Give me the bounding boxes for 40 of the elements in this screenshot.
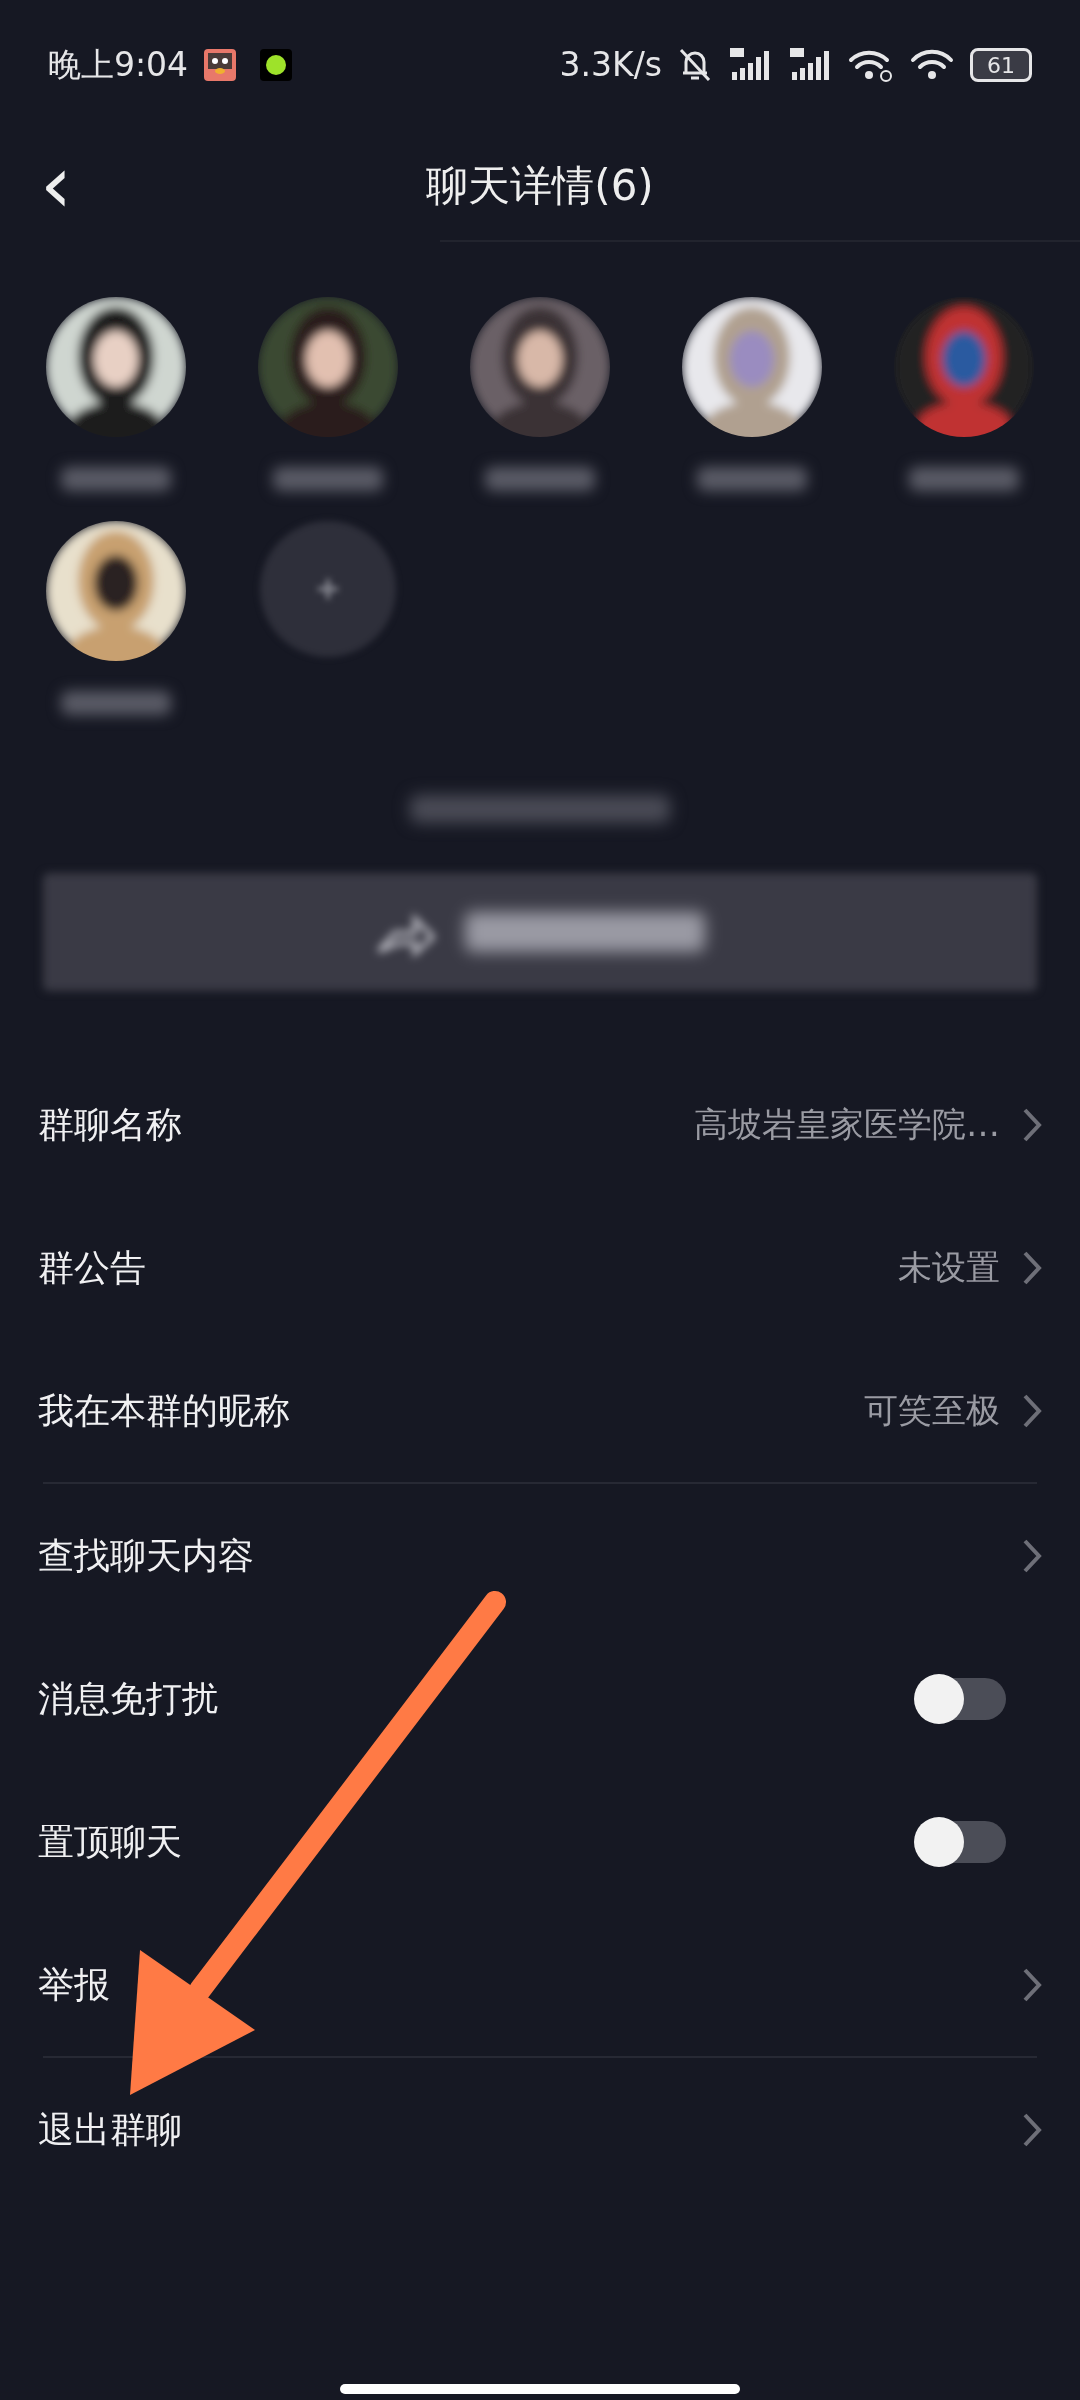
chevron-right-icon <box>1022 1249 1042 1286</box>
settings-row[interactable]: 举报 <box>0 1913 1080 2056</box>
row-label: 置顶聊天 <box>38 1819 182 1864</box>
share-button[interactable] <box>43 873 1037 991</box>
signal-icon <box>788 48 832 82</box>
back-button[interactable]: ‹ <box>40 145 72 225</box>
status-time: 晚上9:04 <box>48 44 189 87</box>
settings-row[interactable]: 查找聊天内容 <box>0 1484 1080 1627</box>
row-label: 消息免打扰 <box>38 1676 218 1721</box>
signal-icon <box>728 48 772 82</box>
row-label: 群聊名称 <box>38 1102 182 1147</box>
chevron-right-icon <box>1022 1392 1042 1429</box>
wifi-icon <box>910 48 954 82</box>
settings-row[interactable]: 群聊名称 高坡岩皇家医学院… <box>0 1053 1080 1196</box>
settings-row[interactable]: 置顶聊天 <box>0 1770 1080 1913</box>
toggle-switch[interactable] <box>914 1673 1006 1724</box>
settings-row[interactable]: 退出群聊 <box>0 2058 1080 2201</box>
chevron-right-icon <box>1022 1537 1042 1574</box>
row-value: 未设置 <box>898 1246 1000 1289</box>
mute-icon <box>678 47 712 83</box>
row-value: 可笑至极 <box>864 1389 1000 1432</box>
chevron-right-icon <box>1022 1966 1042 2003</box>
network-speed: 3.3K/s <box>559 44 662 87</box>
row-value: 高坡岩皇家医学院… <box>694 1103 1000 1146</box>
settings-row[interactable]: 消息免打扰 <box>0 1627 1080 1770</box>
page-title: 聊天详情(6) <box>426 159 654 212</box>
settings-row[interactable]: 我在本群的昵称 可笑至极 <box>0 1339 1080 1482</box>
row-label: 我在本群的昵称 <box>38 1388 290 1433</box>
toggle-switch[interactable] <box>914 1816 1006 1867</box>
row-label: 退出群聊 <box>38 2107 182 2152</box>
battery-level: 61 <box>970 48 1032 82</box>
chevron-right-icon <box>1022 1106 1042 1143</box>
row-label: 群公告 <box>38 1245 146 1290</box>
app-icon <box>260 49 293 81</box>
wifi-icon <box>848 48 894 82</box>
settings-row[interactable]: 群公告 未设置 <box>0 1196 1080 1339</box>
app-icon <box>204 49 237 81</box>
row-label: 查找聊天内容 <box>38 1533 254 1578</box>
chevron-right-icon <box>1022 2111 1042 2148</box>
row-label: 举报 <box>38 1962 110 2007</box>
